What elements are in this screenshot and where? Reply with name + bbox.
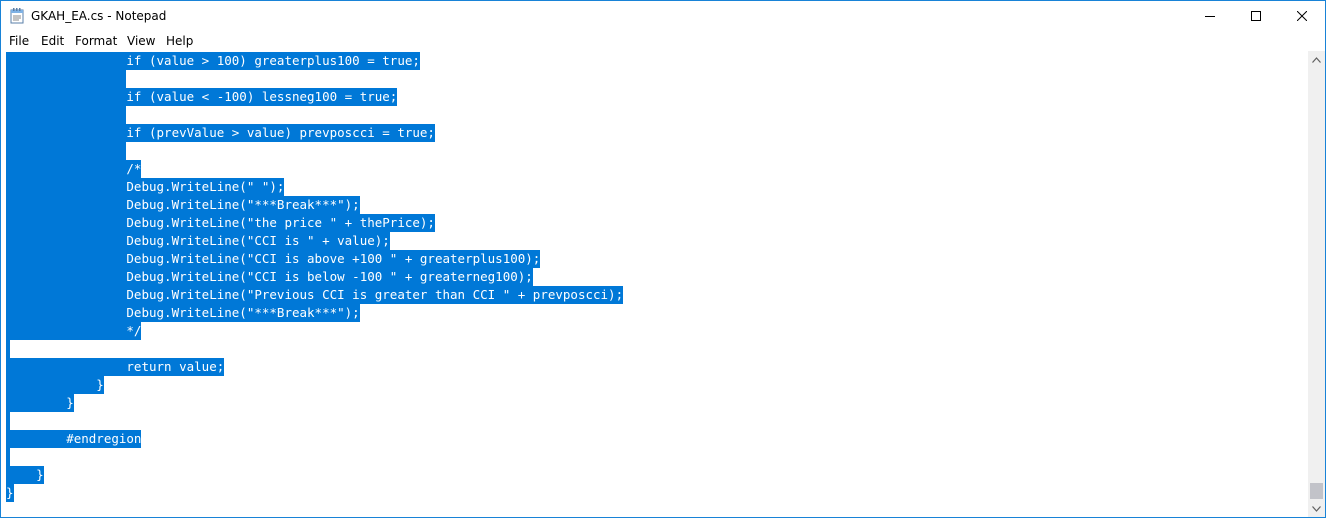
code-line: [6, 448, 10, 466]
title-bar[interactable]: GKAH_EA.cs - Notepad: [1, 1, 1325, 31]
code-line: Debug.WriteLine(" ");: [6, 178, 285, 196]
code-line: }: [6, 466, 44, 484]
window-title: GKAH_EA.cs - Notepad: [31, 9, 167, 23]
code-line: Debug.WriteLine("CCI is above +100 " + g…: [6, 250, 541, 268]
menu-edit[interactable]: Edit: [41, 34, 64, 48]
code-line: Debug.WriteLine("CCI is below -100 " + g…: [6, 268, 533, 286]
menu-view[interactable]: View: [127, 34, 155, 48]
code-line: [6, 70, 127, 88]
code-line: if (value > 100) greaterplus100 = true;: [6, 52, 420, 70]
scroll-up-button[interactable]: [1308, 51, 1325, 68]
code-line: }: [6, 394, 74, 412]
minimize-icon: [1205, 16, 1215, 17]
close-icon: [1297, 11, 1307, 21]
maximize-icon: [1251, 11, 1261, 21]
code-line: /*: [6, 160, 142, 178]
text-editor[interactable]: if (value > 100) greaterplus100 = true; …: [1, 51, 1308, 517]
code-line: Debug.WriteLine("***Break***");: [6, 196, 360, 214]
code-line: [6, 412, 10, 430]
menu-help[interactable]: Help: [166, 34, 193, 48]
vertical-scrollbar[interactable]: [1308, 51, 1325, 517]
chevron-up-icon: [1312, 56, 1321, 63]
scroll-down-button[interactable]: [1308, 500, 1325, 517]
close-button[interactable]: [1279, 1, 1325, 31]
code-line: }: [6, 376, 104, 394]
notepad-icon[interactable]: [10, 8, 24, 24]
maximize-button[interactable]: [1233, 1, 1279, 31]
code-line: Debug.WriteLine("***Break***");: [6, 304, 360, 322]
code-line: [6, 106, 127, 124]
notepad-window: GKAH_EA.cs - Notepad File Edit Format Vi…: [0, 0, 1326, 518]
menu-bar: File Edit Format View Help: [1, 31, 1325, 51]
menu-format[interactable]: Format: [75, 34, 117, 48]
chevron-down-icon: [1312, 505, 1321, 512]
code-line: }: [6, 484, 14, 502]
code-line: return value;: [6, 358, 225, 376]
code-line: #endregion: [6, 430, 142, 448]
code-line: Debug.WriteLine("CCI is " + value);: [6, 232, 390, 250]
scroll-thumb[interactable]: [1310, 483, 1323, 499]
code-line: */: [6, 322, 142, 340]
code-line: if (prevValue > value) prevposcci = true…: [6, 124, 435, 142]
minimize-button[interactable]: [1187, 1, 1233, 31]
menu-file[interactable]: File: [9, 34, 29, 48]
code-line: [6, 340, 10, 358]
code-line: [6, 142, 127, 160]
code-line: Debug.WriteLine("the price " + thePrice)…: [6, 214, 435, 232]
code-line: Debug.WriteLine("Previous CCI is greater…: [6, 286, 624, 304]
code-line: if (value < -100) lessneg100 = true;: [6, 88, 398, 106]
